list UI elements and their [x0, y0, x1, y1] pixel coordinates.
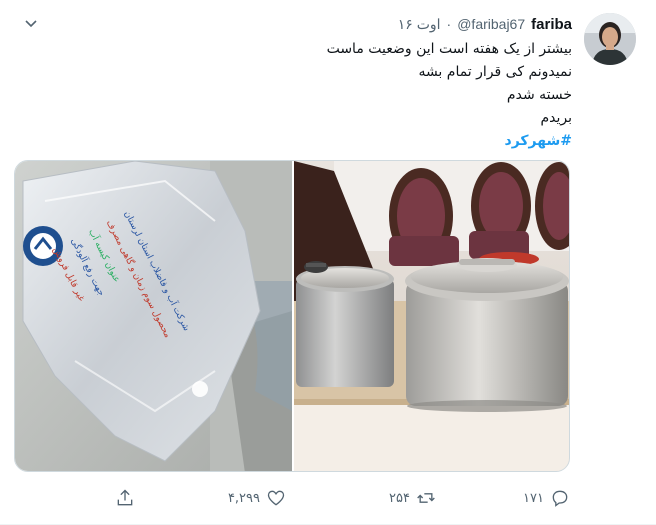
action-bar: ۱۷۱ ۲۵۴ ۴,۲۹۹ [0, 485, 656, 511]
separator-dot: · [446, 16, 452, 32]
retweet-count: ۲۵۴ [389, 490, 410, 506]
reply-button[interactable]: ۱۷۱ [523, 485, 570, 511]
tweet-date[interactable]: ۱۶ اوت [398, 16, 441, 33]
hashtag-link[interactable]: #شهرکرد [92, 130, 572, 153]
share-button[interactable] [115, 485, 135, 511]
author-handle[interactable]: @faribaj67 [457, 16, 525, 32]
retweet-button[interactable]: ۲۵۴ [389, 485, 436, 511]
tweet-header: fariba @faribaj67 · ۱۶ اوت [398, 13, 572, 35]
tweet-line: نمیدونم کی قرار تمام بشه [418, 64, 572, 80]
author-display-name[interactable]: fariba [531, 16, 572, 33]
cooking-pots-photo[interactable] [294, 161, 569, 471]
like-button[interactable]: ۴,۲۹۹ [228, 485, 286, 511]
avatar[interactable] [584, 13, 636, 65]
tweet-text: بیشتر از یک هفته است این وضعیت ماست نمید… [92, 38, 572, 153]
like-count: ۴,۲۹۹ [227, 490, 260, 506]
tweet-card[interactable]: fariba @faribaj67 · ۱۶ اوت بیشتر از یک ه… [0, 0, 656, 525]
tweet-line: خسته شدم [506, 87, 572, 103]
water-bag-photo[interactable]: شرکت آب و فاضلاب استان لرستان محصول سوم … [15, 161, 292, 471]
share-icon [115, 488, 135, 508]
reply-icon [550, 488, 570, 508]
tweet-line: بریدم [540, 110, 572, 126]
chevron-down-icon[interactable] [20, 12, 42, 34]
media-grid: شرکت آب و فاضلاب استان لرستان محصول سوم … [14, 160, 570, 472]
retweet-icon [416, 488, 436, 508]
heart-icon [266, 488, 286, 508]
tweet-line: بیشتر از یک هفته است این وضعیت ماست [326, 41, 572, 57]
reply-count: ۱۷۱ [523, 490, 544, 506]
